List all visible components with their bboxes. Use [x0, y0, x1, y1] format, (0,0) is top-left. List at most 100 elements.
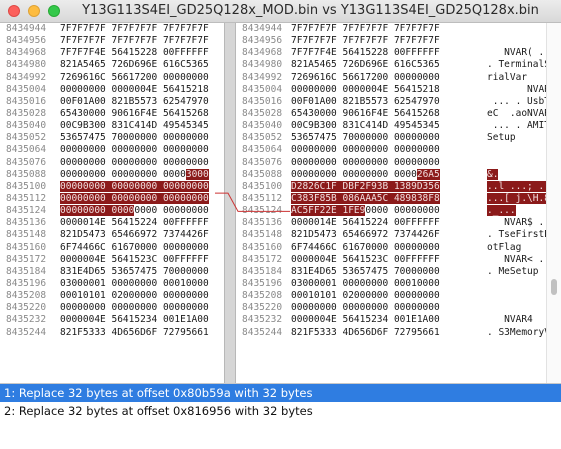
hex-row[interactable]: 8434980 821A5465 726D696E 616C5365 . Termi… — [236, 59, 546, 71]
hex-row[interactable]: 8435040 00C9B300 831C414D 49545345 ... . … — [236, 120, 546, 132]
hex-row[interactable]: 8435016 00F01A00 821B5573 62547970 — [0, 96, 224, 108]
hex-text: 00000000 0000004E 56415218 — [291, 83, 440, 95]
ascii-chars: ... . UsbTyp — [492, 95, 546, 107]
hex-bytes: 00000000 00000000 00000000 — [60, 144, 209, 156]
offset-label: 8435196 — [242, 277, 283, 289]
hex-text: 7F7F7F4E 56415228 00FFFFFF — [291, 47, 440, 59]
hex-bytes: 00000000 00000000 00000000 — [291, 144, 440, 156]
hex-row[interactable]: 8434968 7F7F7F4E 56415228 00FFFFFF NVAR( … — [236, 47, 546, 59]
hex-text: 53657475 70000000 00000000 — [291, 132, 440, 144]
offset-label: 8435220 — [242, 302, 283, 314]
hex-row[interactable]: 8434944 7F7F7F7F 7F7F7F7F 7F7F7F7F — [236, 23, 546, 35]
hex-row[interactable]: 8435232 0000004E 56415234 001E1A00 — [0, 314, 224, 326]
ascii-chars: eC .aoNVARh — [487, 107, 546, 119]
hex-row[interactable]: 8435040 00C9B300 831C414D 49545345 — [0, 120, 224, 132]
changed-ascii: &. — [487, 168, 499, 180]
minimize-window-button[interactable] — [28, 5, 40, 17]
hex-bytes: 821A5465 726D696E 616C5365 — [291, 59, 440, 71]
hex-row[interactable]: 8434956 7F7F7F7F 7F7F7F7F 7F7F7F7F — [0, 35, 224, 47]
close-window-button[interactable] — [8, 5, 20, 17]
hex-row[interactable]: 8434944 7F7F7F7F 7F7F7F7F 7F7F7F7F — [0, 23, 224, 35]
hex-row[interactable]: 8435064 00000000 00000000 00000000 — [0, 144, 224, 156]
hex-row[interactable]: 8435112 C383F85B 086AAA5C 489838F8 ...[ j.… — [236, 192, 546, 205]
hex-row[interactable]: 8435124 00000000 00000000 00000000 — [0, 205, 224, 217]
hex-bytes: 00010101 02000000 00000000 — [60, 290, 209, 302]
hex-row[interactable]: 8435052 53657475 70000000 00000000 Setup — [236, 132, 546, 144]
hex-row[interactable]: 8435160 6F74466C 61670000 00000000 otFlag — [236, 242, 546, 254]
left-hex-pane[interactable]: 8434944 7F7F7F7F 7F7F7F7F 7F7F7F7F 8434956… — [0, 23, 224, 383]
hex-row[interactable]: 8435016 00F01A00 821B5573 62547970 ... . … — [236, 96, 546, 108]
hex-row[interactable]: 8434992 7269616C 56617200 00000000 rialVar — [236, 72, 546, 84]
hex-row[interactable]: 8435196 03000001 00000000 00010000 — [236, 278, 546, 290]
hex-text: 0000 00000000 — [134, 205, 209, 217]
ascii-chars: . S3MemoryVa — [487, 326, 546, 338]
hex-text: 6F74466C 61670000 00000000 — [291, 241, 440, 253]
zoom-window-button[interactable] — [48, 5, 60, 17]
scrollbar-thumb[interactable] — [551, 279, 557, 295]
offset-label: 8435160 — [6, 241, 47, 253]
hex-row[interactable]: 8435124 AC5FF22E 1FE90000 00000000 ._... — [236, 205, 546, 217]
changed-bytes: D2826C1F DBF2F93B 1389D356 — [291, 180, 440, 192]
hex-bytes: 831E4D65 53657475 70000000 — [291, 266, 440, 278]
hex-row[interactable]: 8435148 821D5473 65466972 7374426F — [0, 229, 224, 241]
hex-row[interactable]: 8434980 821A5465 726D696E 616C5365 — [0, 59, 224, 71]
hex-text: 831E4D65 53657475 70000000 — [291, 265, 440, 277]
hex-row[interactable]: 8435208 00010101 02000000 00000000 — [236, 290, 546, 302]
hex-row[interactable]: 8435172 0000004E 5641523C 00FFFFFF NVAR< … — [236, 254, 546, 266]
hex-row[interactable]: 8434956 7F7F7F7F 7F7F7F7F 7F7F7F7F — [236, 35, 546, 47]
changed-bytes: 00000000 00000000 00000000 — [60, 192, 209, 204]
hex-bytes: 6F74466C 61670000 00000000 — [60, 242, 209, 254]
difference-item[interactable]: 1: Replace 32 bytes at offset 0x80b59a w… — [0, 384, 561, 402]
ascii-chars: NVAR$ ... — [504, 217, 546, 229]
offset-label: 8435124 — [6, 205, 47, 217]
hex-row[interactable]: 8435244 821F5333 4D656D6F 72795661 — [0, 327, 224, 339]
hex-row[interactable]: 8435208 00010101 02000000 00000000 — [0, 290, 224, 302]
hex-bytes: 7F7F7F7F 7F7F7F7F 7F7F7F7F — [291, 35, 440, 47]
hex-row[interactable]: 8435244 821F5333 4D656D6F 72795661 . S3Mem… — [236, 327, 546, 339]
hex-row[interactable]: 8435184 831E4D65 53657475 70000000 — [0, 266, 224, 278]
ascii-chars: NVAR4 — [487, 314, 533, 326]
hex-row[interactable]: 8435100 00000000 00000000 00000000 — [0, 180, 224, 193]
hex-row[interactable]: 8435220 00000000 00000000 00000000 — [0, 302, 224, 314]
hex-bytes: 00F01A00 821B5573 62547970 — [60, 96, 209, 108]
hex-row[interactable]: 8435064 00000000 00000000 00000000 — [236, 144, 546, 156]
ascii-chars: ... . AMITSE — [492, 120, 546, 132]
hex-row[interactable]: 8435004 00000000 0000004E 56415218 — [0, 84, 224, 96]
hex-row[interactable]: 8434968 7F7F7F4E 56415228 00FFFFFF — [0, 47, 224, 59]
hex-row[interactable]: 8435196 03000001 00000000 00010000 — [0, 278, 224, 290]
hex-row[interactable]: 8435004 00000000 0000004E 56415218 NVAR — [236, 84, 546, 96]
hex-row[interactable]: 8435052 53657475 70000000 00000000 — [0, 132, 224, 144]
hex-row[interactable]: 8435088 00000000 00000000 000026A5 &. — [236, 168, 546, 181]
difference-item[interactable]: 2: Replace 32 bytes at offset 0x816956 w… — [0, 402, 561, 420]
hex-row[interactable]: 8435076 00000000 00000000 00000000 — [0, 157, 224, 169]
hex-row[interactable]: 8435172 0000004E 5641523C 00FFFFFF — [0, 254, 224, 266]
hex-row[interactable]: 8434992 7269616C 56617200 00000000 — [0, 72, 224, 84]
hex-text: 7269616C 56617200 00000000 — [291, 71, 440, 83]
offset-label: 8435244 — [242, 326, 283, 338]
hex-row[interactable]: 8435028 65430000 90616F4E 56415268 eC .aoN… — [236, 108, 546, 120]
offset-label: 8435124 — [242, 205, 283, 217]
hex-text: 00000000 00000000 00000000 — [291, 156, 440, 168]
hex-row[interactable]: 8435160 6F74466C 61670000 00000000 — [0, 242, 224, 254]
hex-row[interactable]: 8435232 0000004E 56415234 001E1A00 NVAR4 — [236, 314, 546, 326]
hex-bytes: C383F85B 086AAA5C 489838F8 — [291, 192, 440, 205]
hex-row[interactable]: 8435184 831E4D65 53657475 70000000 . MeSet… — [236, 266, 546, 278]
hex-row[interactable]: 8435112 00000000 00000000 00000000 — [0, 192, 224, 205]
hex-text: 00000000 00000000 00000000 — [60, 156, 209, 168]
hex-row[interactable]: 8435136 0000014E 56415224 00FFFFFF NVAR$ … — [236, 217, 546, 229]
hex-text: 821D5473 65466972 7374426F — [291, 229, 440, 241]
hex-row[interactable]: 8435148 821D5473 65466972 7374426F . TseFi… — [236, 229, 546, 241]
hex-bytes: D2826C1F DBF2F93B 1389D356 — [291, 180, 440, 193]
pane-divider[interactable] — [224, 23, 236, 383]
ascii-text: NVAR$ ... — [487, 217, 546, 229]
hex-row[interactable]: 8435088 00000000 00000000 00003000 — [0, 168, 224, 181]
hex-compare-area: 8434944 7F7F7F7F 7F7F7F7F 7F7F7F7F 8434956… — [0, 23, 561, 383]
hex-text: 00C9B300 831C414D 49545345 — [291, 120, 440, 132]
hex-row[interactable]: 8435220 00000000 00000000 00000000 — [236, 302, 546, 314]
hex-row[interactable]: 8435100 D2826C1F DBF2F93B 1389D356 ..l ...… — [236, 180, 546, 193]
hex-row[interactable]: 8435028 65430000 90616F4E 56415268 — [0, 108, 224, 120]
hex-row[interactable]: 8435076 00000000 00000000 00000000 — [236, 157, 546, 169]
vertical-scrollbar[interactable] — [546, 23, 561, 383]
right-hex-pane[interactable]: 8434944 7F7F7F7F 7F7F7F7F 7F7F7F7F 8434956… — [236, 23, 546, 383]
hex-row[interactable]: 8435136 0000014E 56415224 00FFFFFF — [0, 217, 224, 229]
